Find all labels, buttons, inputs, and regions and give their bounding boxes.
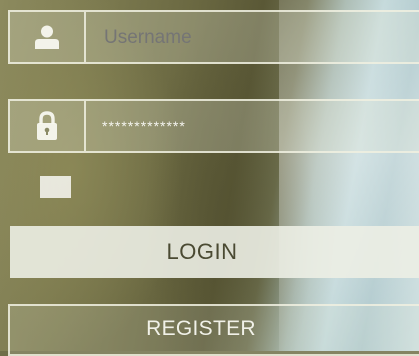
login-button[interactable]: LOGIN bbox=[10, 226, 419, 278]
register-button-label: REGISTER bbox=[146, 317, 256, 340]
remember-checkbox[interactable] bbox=[40, 176, 71, 198]
password-icon-cell bbox=[10, 101, 86, 151]
password-input[interactable]: ************* bbox=[102, 101, 419, 151]
lock-icon bbox=[37, 111, 57, 140]
login-button-label: LOGIN bbox=[166, 239, 238, 264]
user-icon bbox=[35, 25, 59, 49]
register-button[interactable]: REGISTER bbox=[8, 304, 419, 356]
username-input[interactable] bbox=[102, 12, 419, 64]
password-field[interactable]: ************* bbox=[8, 99, 419, 153]
username-field[interactable] bbox=[8, 10, 419, 64]
username-icon-cell bbox=[10, 12, 86, 62]
